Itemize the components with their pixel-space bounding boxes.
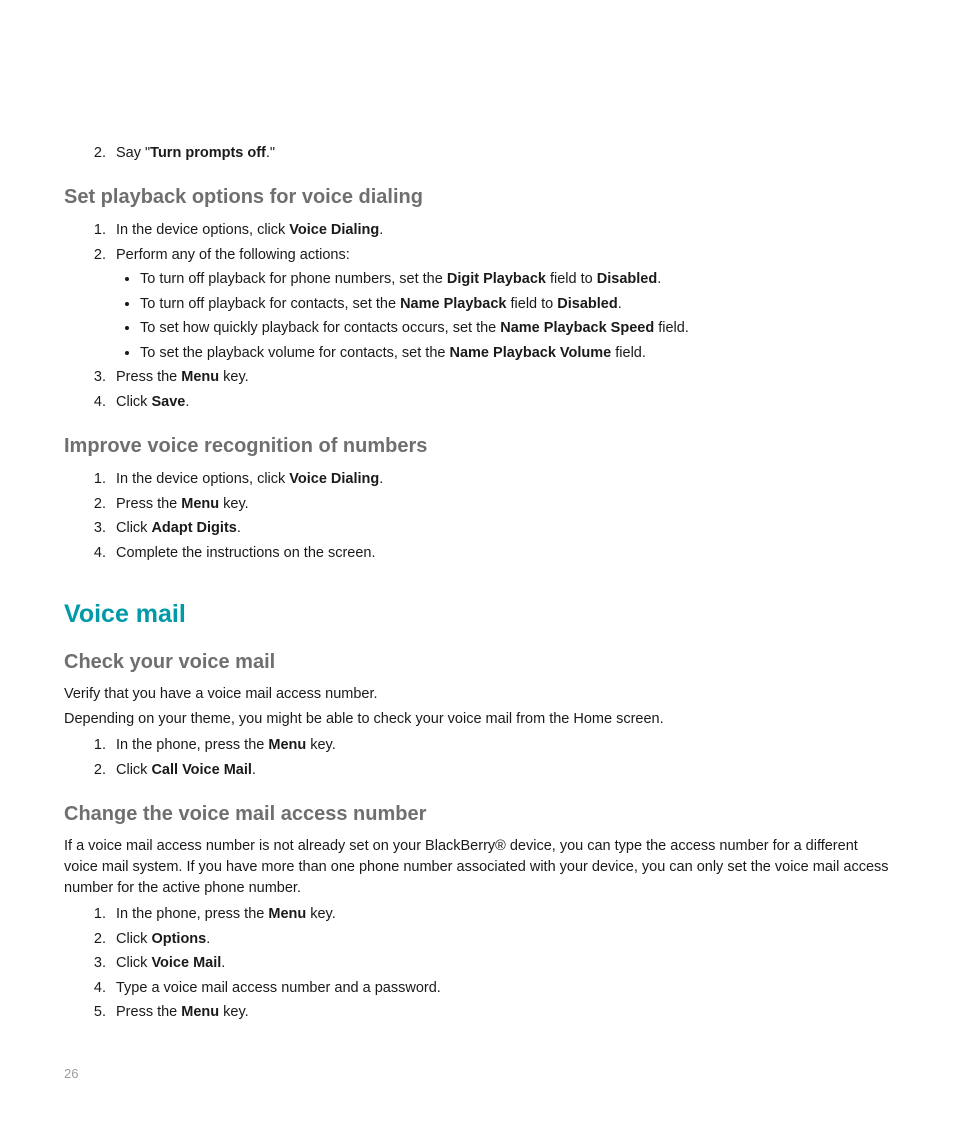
heading-voice-mail: Voice mail [64, 600, 890, 629]
text-run: . [657, 271, 661, 287]
text-run: Type a voice mail access number and a pa… [116, 980, 441, 996]
improve-steps: In the device options, click Voice Diali… [64, 468, 890, 564]
list-item: Click Voice Mail. [110, 952, 890, 974]
paragraph: If a voice mail access number is not alr… [64, 836, 890, 899]
change-steps: In the phone, press the Menu key. Click … [64, 903, 890, 1023]
top-continued-list: Say "Turn prompts off." [64, 142, 890, 164]
text-run: ." [266, 145, 275, 161]
bold-text: Name Playback [400, 296, 506, 312]
heading-playback-options: Set playback options for voice dialing [64, 186, 890, 209]
text-run: In the device options, click [116, 222, 289, 238]
playback-sub-bullets: To turn off playback for phone numbers, … [116, 268, 890, 364]
list-item: Perform any of the following actions: To… [110, 244, 890, 364]
list-item: In the phone, press the Menu key. [110, 734, 890, 756]
text-run: Press the [116, 1004, 181, 1020]
text-run: field to [506, 296, 557, 312]
list-item: Click Save. [110, 391, 890, 413]
text-run: key. [306, 906, 336, 922]
text-run: key. [219, 496, 249, 512]
list-item: Click Adapt Digits. [110, 517, 890, 539]
bold-text: Menu [181, 496, 219, 512]
text-run: field to [546, 271, 597, 287]
bold-text: Voice Mail [151, 955, 221, 971]
text-run: To turn off playback for contacts, set t… [140, 296, 400, 312]
playback-steps: In the device options, click Voice Diali… [64, 219, 890, 413]
bold-text: Call Voice Mail [151, 762, 251, 778]
text-run: Say " [116, 145, 150, 161]
bold-text: Name Playback Volume [450, 345, 612, 361]
text-run: field. [654, 320, 689, 336]
heading-check-voice-mail: Check your voice mail [64, 651, 890, 674]
bold-text: Menu [268, 906, 306, 922]
list-item: Press the Menu key. [110, 493, 890, 515]
list-item: Say "Turn prompts off." [110, 142, 890, 164]
text-run: . [237, 520, 241, 536]
paragraph: Depending on your theme, you might be ab… [64, 709, 890, 730]
list-item: Click Options. [110, 928, 890, 950]
text-run: key. [219, 369, 249, 385]
text-run: key. [219, 1004, 249, 1020]
bold-text: Voice Dialing [289, 222, 379, 238]
text-run: To set the playback volume for contacts,… [140, 345, 450, 361]
bold-text: Turn prompts off [150, 145, 266, 161]
bold-text: Menu [181, 369, 219, 385]
list-item: Type a voice mail access number and a pa… [110, 977, 890, 999]
bold-text: Digit Playback [447, 271, 546, 287]
bold-text: Options [151, 931, 206, 947]
list-item: In the device options, click Voice Diali… [110, 219, 890, 241]
text-run: To turn off playback for phone numbers, … [140, 271, 447, 287]
list-item: To turn off playback for contacts, set t… [140, 293, 890, 315]
text-run: Click [116, 955, 151, 971]
text-run: Perform any of the following actions: [116, 247, 350, 263]
document-page: Say "Turn prompts off." Set playback opt… [0, 0, 954, 1145]
text-run: . [379, 222, 383, 238]
text-run: Click [116, 931, 151, 947]
text-run: Click [116, 762, 151, 778]
text-run: To set how quickly playback for contacts… [140, 320, 500, 336]
text-run: Press the [116, 496, 181, 512]
list-item: Click Call Voice Mail. [110, 759, 890, 781]
text-run: . [379, 471, 383, 487]
bold-text: Adapt Digits [151, 520, 236, 536]
text-run: Click [116, 520, 151, 536]
text-run: . [618, 296, 622, 312]
list-item: In the device options, click Voice Diali… [110, 468, 890, 490]
list-item: To set how quickly playback for contacts… [140, 317, 890, 339]
list-item: In the phone, press the Menu key. [110, 903, 890, 925]
text-run: . [206, 931, 210, 947]
bold-text: Name Playback Speed [500, 320, 654, 336]
list-item: Complete the instructions on the screen. [110, 542, 890, 564]
list-item: Press the Menu key. [110, 366, 890, 388]
text-run: key. [306, 737, 336, 753]
paragraph: Verify that you have a voice mail access… [64, 684, 890, 705]
heading-improve-recognition: Improve voice recognition of numbers [64, 435, 890, 458]
check-steps: In the phone, press the Menu key. Click … [64, 734, 890, 781]
bold-text: Menu [181, 1004, 219, 1020]
text-run: . [221, 955, 225, 971]
text-run: In the device options, click [116, 471, 289, 487]
text-run: . [185, 394, 189, 410]
bold-text: Menu [268, 737, 306, 753]
bold-text: Disabled [557, 296, 617, 312]
heading-change-access-number: Change the voice mail access number [64, 803, 890, 826]
bold-text: Voice Dialing [289, 471, 379, 487]
list-item: Press the Menu key. [110, 1001, 890, 1023]
list-item: To set the playback volume for contacts,… [140, 342, 890, 364]
bold-text: Disabled [597, 271, 657, 287]
text-run: In the phone, press the [116, 737, 268, 753]
text-run: Click [116, 394, 151, 410]
bold-text: Save [151, 394, 185, 410]
text-run: . [252, 762, 256, 778]
text-run: Complete the instructions on the screen. [116, 545, 376, 561]
text-run: Press the [116, 369, 181, 385]
text-run: In the phone, press the [116, 906, 268, 922]
text-run: field. [611, 345, 646, 361]
page-number: 26 [64, 1066, 78, 1081]
list-item: To turn off playback for phone numbers, … [140, 268, 890, 290]
